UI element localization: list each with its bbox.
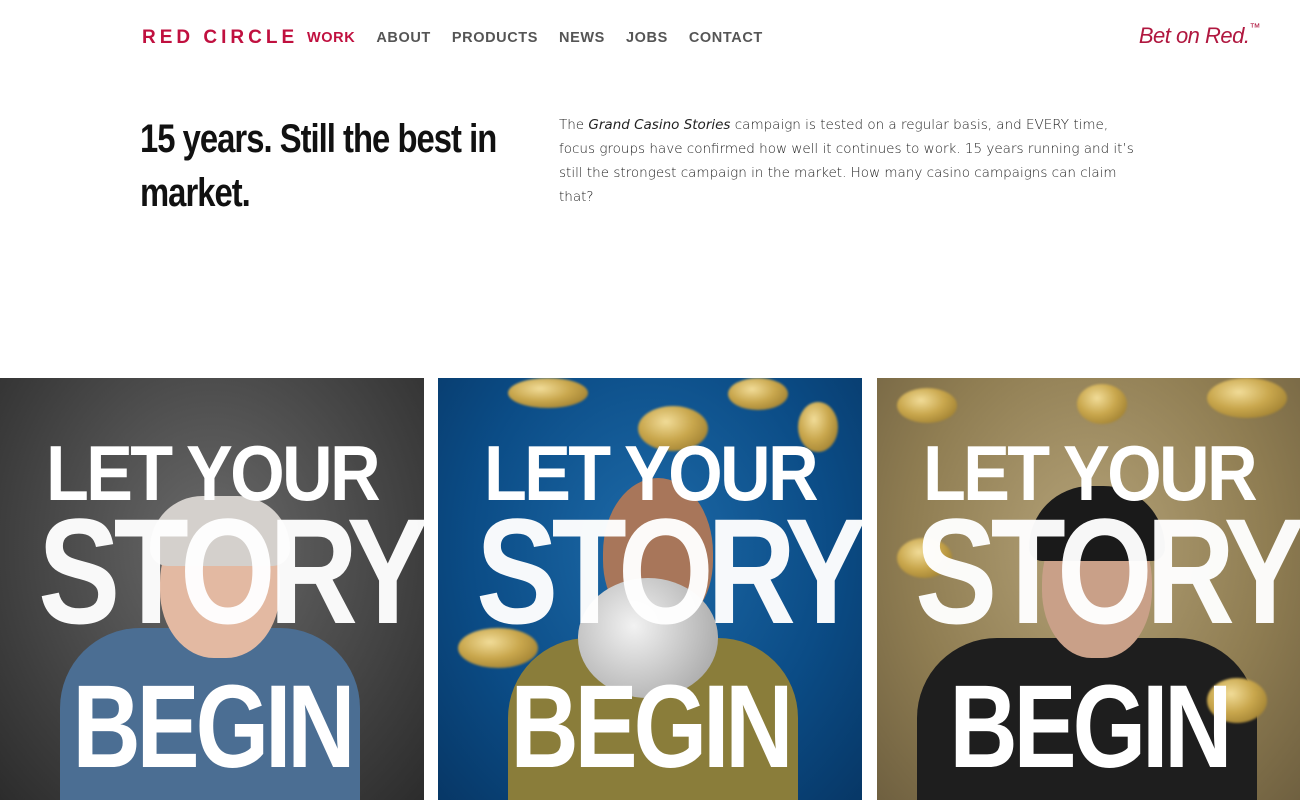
nav-jobs[interactable]: JOBS [626, 30, 668, 46]
poster-biker-man[interactable]: LET YOUR STORY BEGIN [877, 378, 1300, 800]
tagline: Bet on Red.™ [1138, 22, 1261, 49]
poster-line-3: BEGIN [949, 661, 1233, 793]
poster-headphones-woman[interactable]: LET YOUR STORY BEGIN [0, 378, 424, 800]
nav-work[interactable]: WORK [307, 30, 355, 46]
poster-line-2: STORY [476, 487, 862, 655]
trademark-mark: ™ [1249, 22, 1261, 34]
intro-paragraph: The Grand Casino Stories campaign is tes… [559, 113, 1139, 209]
nav-news[interactable]: NEWS [559, 30, 605, 46]
poster-line-2: STORY [915, 487, 1300, 655]
poster-line-3: BEGIN [510, 661, 794, 793]
gold-coin [1207, 378, 1287, 418]
nav-about[interactable]: ABOUT [376, 30, 431, 46]
nav-products[interactable]: PRODUCTS [452, 30, 538, 46]
poster-line-3: BEGIN [72, 661, 356, 793]
nav-contact[interactable]: CONTACT [689, 30, 763, 46]
campaign-posters: LET YOUR STORY BEGIN LET YOUR STORY BEGI… [0, 378, 1300, 800]
gold-coin [508, 378, 588, 408]
gold-coin [897, 388, 957, 423]
campaign-name: Grand Casino Stories [588, 117, 731, 133]
poster-line-2: STORY [38, 487, 424, 655]
gold-coin [1077, 384, 1127, 424]
main-nav: WORK ABOUT PRODUCTS NEWS JOBS CONTACT [307, 30, 784, 46]
tagline-text: Bet on Red. [1138, 23, 1250, 48]
poster-money-ball-man[interactable]: LET YOUR STORY BEGIN [438, 378, 862, 800]
intro-text-prefix: The [559, 117, 589, 133]
page-headline: 15 years. Still the best in market. [140, 117, 497, 215]
brand-logo[interactable]: RED CIRCLE [142, 27, 298, 49]
gold-coin [728, 378, 788, 410]
